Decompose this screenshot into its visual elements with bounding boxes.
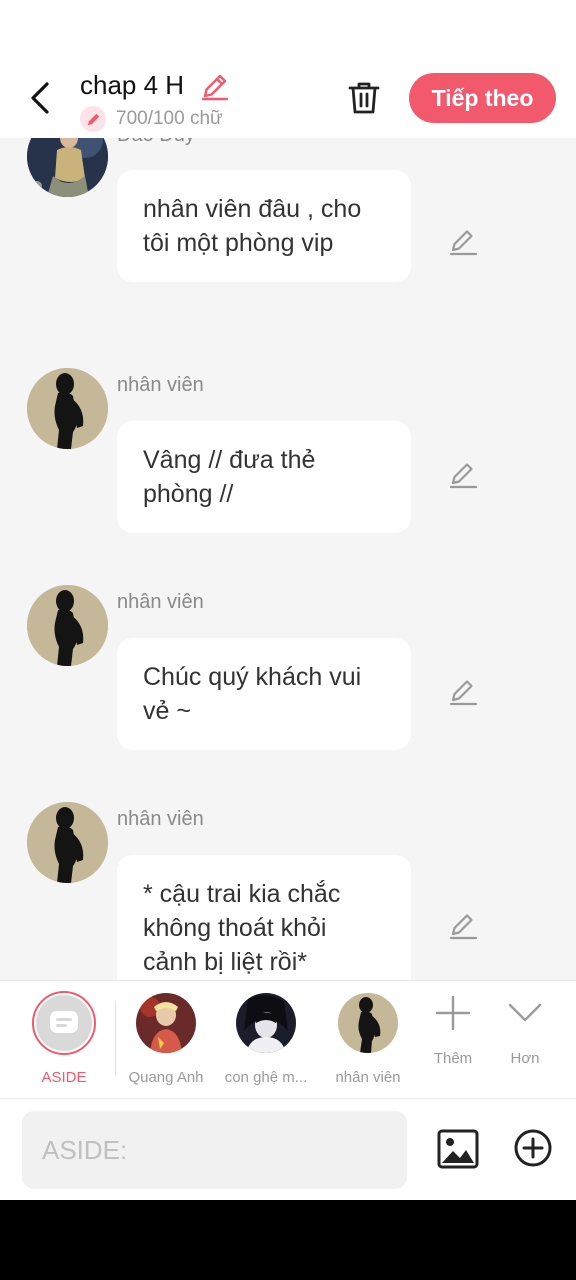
- message-sender: nhân viên: [117, 591, 204, 613]
- message-bubble[interactable]: Chúc quý khách vui vẻ ~: [117, 638, 411, 750]
- more-label: Hơn: [510, 1050, 540, 1067]
- avatar: [136, 993, 196, 1053]
- pencil-icon: [449, 914, 478, 940]
- message-sender: nhân viên: [117, 374, 204, 396]
- more-characters-button[interactable]: Hơn: [495, 995, 555, 1067]
- edit-message-button[interactable]: [447, 226, 479, 258]
- divider: [115, 1001, 116, 1075]
- trash-icon: [348, 82, 380, 114]
- character-nhan-vien[interactable]: nhân viên: [322, 993, 414, 1086]
- pencil-icon: [449, 680, 478, 706]
- status-bar: [0, 0, 576, 60]
- character-label: Quang Anh: [128, 1069, 204, 1086]
- character-label: nhân viên: [335, 1069, 401, 1086]
- pencil-icon: [449, 230, 478, 256]
- system-nav-bar: [0, 1200, 576, 1280]
- avatar-nhan-vien[interactable]: [27, 585, 108, 666]
- message-sender: Đào Duy: [117, 138, 195, 147]
- character-bar: ASIDE Quang Anh con ghệ m... nhân viên T…: [0, 980, 576, 1098]
- character-aside[interactable]: ASIDE: [18, 991, 110, 1086]
- avatar-nhan-vien[interactable]: [27, 802, 108, 883]
- word-count: 700/100 chữ: [116, 108, 223, 129]
- edit-message-button[interactable]: [447, 459, 479, 491]
- character-con-ghe[interactable]: con ghệ m...: [220, 993, 312, 1086]
- chevron-left-icon: [31, 82, 49, 114]
- add-label: Thêm: [433, 1050, 473, 1067]
- next-button[interactable]: Tiếp theo: [409, 73, 556, 123]
- image-icon: [437, 1129, 479, 1169]
- avatar: [236, 993, 296, 1053]
- character-label: con ghệ m...: [224, 1069, 308, 1086]
- chapter-title: chap 4 H: [80, 70, 185, 100]
- chat-editor-screen: chap 4 H 700/100 chữ Tiếp theo Đào Duy n…: [0, 0, 576, 1200]
- input-bar: [0, 1098, 576, 1200]
- message-sender: nhân viên: [117, 808, 204, 830]
- add-character-button[interactable]: Thêm: [423, 995, 483, 1067]
- pencil-icon: [449, 463, 478, 489]
- chat-area[interactable]: Đào Duy nhân viên đâu , cho tôi một phòn…: [0, 138, 576, 980]
- aside-message-icon: [50, 1011, 78, 1033]
- header: chap 4 H 700/100 chữ Tiếp theo: [0, 60, 576, 138]
- plus-circle-icon: [514, 1129, 552, 1167]
- edit-message-button[interactable]: [447, 676, 479, 708]
- avatar-dao-duy[interactable]: [27, 138, 108, 197]
- word-count-icon: [80, 106, 106, 132]
- insert-image-button[interactable]: [436, 1127, 480, 1171]
- delete-button[interactable]: [344, 78, 384, 118]
- avatar: [338, 993, 398, 1053]
- avatar-nhan-vien[interactable]: [27, 368, 108, 449]
- message-input[interactable]: [22, 1111, 407, 1189]
- edit-title-button[interactable]: [199, 70, 231, 102]
- message-bubble[interactable]: Vâng // đưa thẻ phòng //: [117, 421, 411, 533]
- message-bubble[interactable]: * cậu trai kia chắc không thoát khỏi cản…: [117, 855, 411, 980]
- chevron-down-icon: [508, 1003, 542, 1022]
- add-content-button[interactable]: [512, 1127, 554, 1169]
- character-label: ASIDE: [41, 1069, 87, 1086]
- character-quang-anh[interactable]: Quang Anh: [120, 993, 212, 1086]
- plus-icon: [435, 995, 471, 1031]
- message-bubble[interactable]: nhân viên đâu , cho tôi một phòng vip: [117, 170, 411, 282]
- pencil-icon: [201, 74, 229, 101]
- back-button[interactable]: [20, 78, 60, 118]
- edit-message-button[interactable]: [447, 910, 479, 942]
